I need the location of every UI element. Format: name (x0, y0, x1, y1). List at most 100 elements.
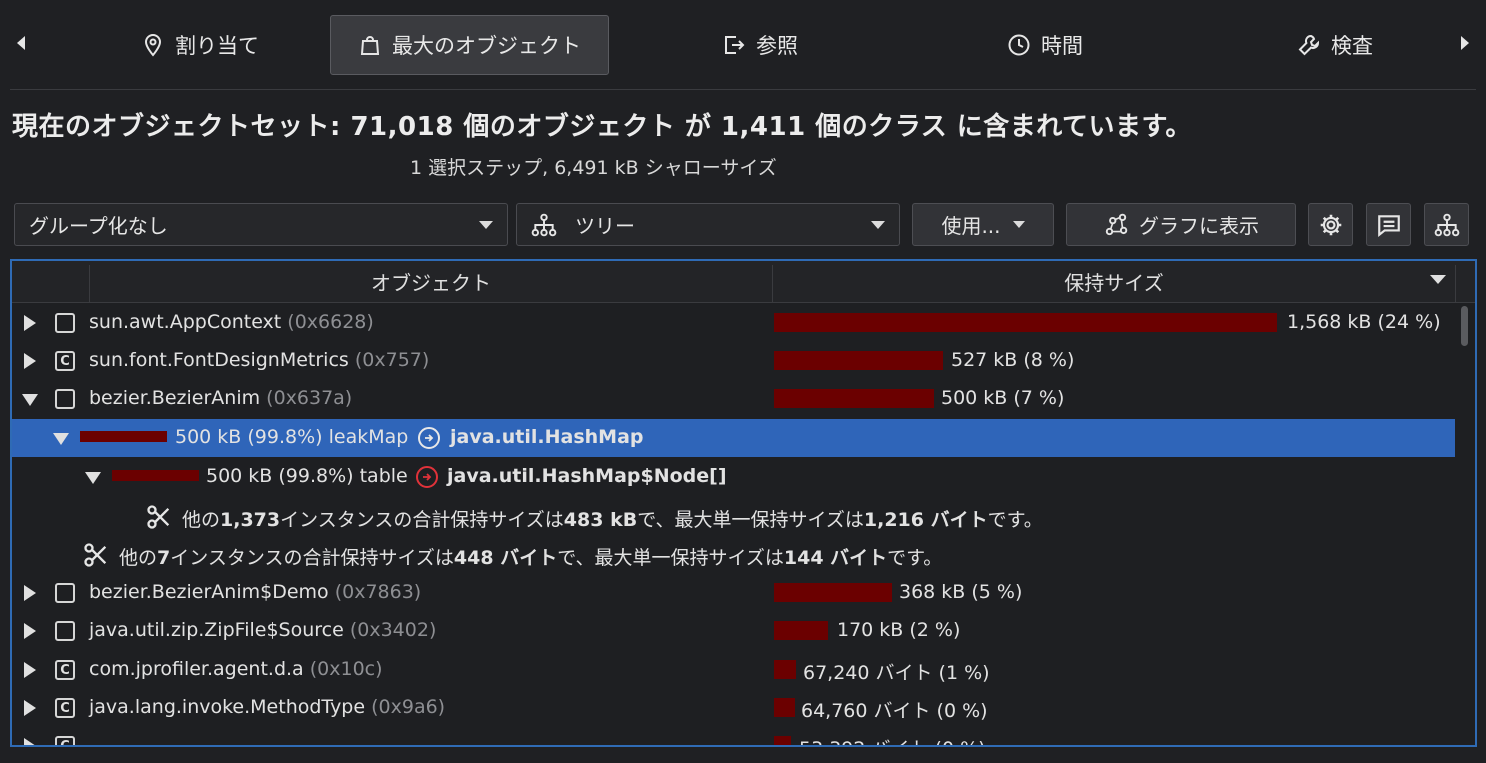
comment-icon (1377, 214, 1400, 237)
tab-allocations[interactable]: 割り当て (100, 15, 300, 75)
chevron-down-icon (871, 220, 885, 229)
scissors-icon (147, 505, 170, 529)
retained-size-bar (774, 351, 943, 370)
class-icon: C (55, 736, 75, 745)
grouping-value: グループ化なし (29, 214, 168, 238)
outgoing-reference-icon (416, 466, 438, 488)
divider (1455, 265, 1456, 302)
scroll-right-icon[interactable] (1461, 36, 1469, 50)
retained-size-bar (774, 583, 892, 602)
grouping-select[interactable]: グループ化なし (14, 203, 508, 246)
expand-icon[interactable] (24, 700, 36, 716)
row-name: bezier.BezierAnim (0x637a) (89, 387, 353, 409)
reference-label: 500 kB (99.8%) table (206, 465, 408, 487)
table-header: オブジェクト 保持サイズ (12, 261, 1475, 303)
tree-icon (1434, 213, 1459, 236)
scissors-icon (84, 543, 107, 567)
object-icon (55, 583, 75, 603)
view-mode-value: ツリー (575, 214, 635, 238)
table-row[interactable]: bezier.BezierAnim (0x637a) 500 kB (7 %) (12, 380, 1455, 418)
retained-size-value: 1,568 kB (24 %) (1287, 311, 1441, 333)
wrench-icon (1298, 34, 1320, 56)
comment-button[interactable] (1366, 203, 1411, 246)
tab-time[interactable]: 時間 (970, 15, 1120, 75)
biggest-objects-tree-table[interactable]: オブジェクト 保持サイズ sun.awt.AppContext (0x6628)… (10, 259, 1477, 747)
expand-icon[interactable] (24, 585, 36, 601)
row-name: sun.font.FontDesignMetrics (0x757) (89, 349, 430, 371)
graph-icon (1105, 213, 1128, 235)
tab-inspections[interactable]: 検査 (1260, 15, 1410, 75)
table-row[interactable]: C java.lang.invoke.MethodType (0x9a6) 64… (12, 689, 1455, 727)
scroll-left-icon[interactable] (17, 36, 25, 50)
tree-icon (531, 213, 557, 236)
use-button[interactable]: 使用... (912, 203, 1054, 246)
retained-size-value: 64,760 バイト (0 %) (801, 700, 988, 722)
cutoff-summary-text: 他の7インスタンスの合計保持サイズは448 バイトで、最大単一保持サイズは144… (119, 547, 943, 569)
reference-target-class: java.util.HashMap$Node[] (447, 465, 727, 487)
expand-icon[interactable] (24, 738, 36, 745)
table-row[interactable]: java.util.zip.ZipFile$Source (0x3402) 17… (12, 612, 1455, 650)
column-header-retained-size[interactable]: 保持サイズ (773, 261, 1455, 302)
retained-size-value: 368 kB (5 %) (899, 581, 1023, 603)
table-row[interactable]: bezier.BezierAnim$Demo (0x7863) 368 kB (… (12, 574, 1455, 612)
show-in-graph-button[interactable]: グラフに表示 (1066, 203, 1296, 246)
chevron-down-icon (479, 220, 493, 229)
retained-size-bar (774, 621, 828, 640)
table-row[interactable]: C 53,392 バイト (0 %) (12, 727, 1455, 745)
retained-size-bar (774, 698, 795, 717)
reference-target-class: java.util.HashMap (450, 426, 644, 448)
retained-size-value: 53,392 バイト (0 %) (799, 734, 986, 745)
retained-size-value: 500 kB (7 %) (941, 387, 1065, 409)
view-tab-strip: 割り当て 最大のオブジェクト 参照 時間 検査 (0, 0, 1486, 90)
table-row-selected[interactable]: 500 kB (99.8%) leakMap java.util.HashMap (12, 419, 1455, 457)
view-mode-select[interactable]: ツリー (516, 203, 900, 246)
cutoff-summary-row: 他の1,373インスタンスの合計保持サイズは483 kBで、最大単一保持サイズは… (12, 499, 1455, 537)
tab-label: 最大のオブジェクト (392, 34, 581, 58)
cutoff-summary-text: 他の1,373インスタンスの合計保持サイズは483 kBで、最大単一保持サイズは… (182, 509, 1043, 531)
class-icon: C (55, 660, 75, 680)
retained-size-value: 527 kB (8 %) (951, 349, 1075, 371)
tab-biggest-objects[interactable]: 最大のオブジェクト (330, 15, 609, 75)
retained-size-bar (774, 313, 1277, 332)
use-button-label: 使用... (941, 214, 1001, 238)
tab-label: 時間 (1041, 34, 1083, 58)
expand-icon[interactable] (24, 353, 36, 369)
object-icon (55, 389, 75, 409)
object-set-title: 現在のオブジェクトセット: 71,018 個のオブジェクト が 1,411 個の… (12, 112, 1192, 142)
retained-size-bar (774, 389, 934, 408)
reference-label: 500 kB (99.8%) leakMap (175, 426, 409, 448)
tab-references[interactable]: 参照 (680, 15, 840, 75)
class-icon: C (55, 351, 75, 371)
row-name: com.jprofiler.agent.d.a (0x10c) (89, 658, 383, 680)
retained-size-value: 67,240 バイト (1 %) (803, 662, 990, 684)
expand-icon[interactable] (24, 623, 36, 639)
table-row[interactable]: C com.jprofiler.agent.d.a (0x10c) 67,240… (12, 651, 1455, 689)
hierarchy-button[interactable] (1424, 203, 1469, 246)
settings-button[interactable] (1308, 203, 1353, 246)
expand-icon[interactable] (24, 315, 36, 331)
row-name: java.util.zip.ZipFile$Source (0x3402) (89, 619, 437, 641)
clock-icon (1008, 34, 1030, 56)
retained-size-bar (112, 470, 199, 481)
vertical-scrollbar[interactable] (1461, 306, 1468, 346)
collapse-icon[interactable] (85, 472, 101, 484)
column-header-object[interactable]: オブジェクト (90, 261, 772, 302)
row-name: bezier.BezierAnim$Demo (0x7863) (89, 581, 422, 603)
table-row[interactable]: C sun.font.FontDesignMetrics (0x757) 527… (12, 342, 1455, 380)
table-row[interactable]: sun.awt.AppContext (0x6628) 1,568 kB (24… (12, 304, 1455, 342)
row-name: sun.awt.AppContext (0x6628) (89, 311, 374, 333)
table-row[interactable]: 500 kB (99.8%) table java.util.HashMap$N… (12, 458, 1455, 496)
sort-descending-icon[interactable] (1430, 275, 1446, 284)
expand-icon[interactable] (24, 662, 36, 678)
tab-label: 割り当て (175, 34, 259, 58)
tab-label: 参照 (756, 34, 798, 58)
chevron-down-icon (1012, 221, 1025, 228)
collapse-icon[interactable] (53, 433, 69, 445)
tab-label: 検査 (1331, 34, 1373, 58)
row-name: java.lang.invoke.MethodType (0x9a6) (89, 696, 446, 718)
object-icon (55, 313, 75, 333)
object-set-subtitle: 1 選択ステップ, 6,491 kB シャローサイズ (410, 157, 777, 179)
location-pin-icon (144, 33, 162, 57)
cutoff-summary-row: 他の7インスタンスの合計保持サイズは448 バイトで、最大単一保持サイズは144… (12, 537, 1455, 575)
collapse-icon[interactable] (22, 394, 38, 406)
